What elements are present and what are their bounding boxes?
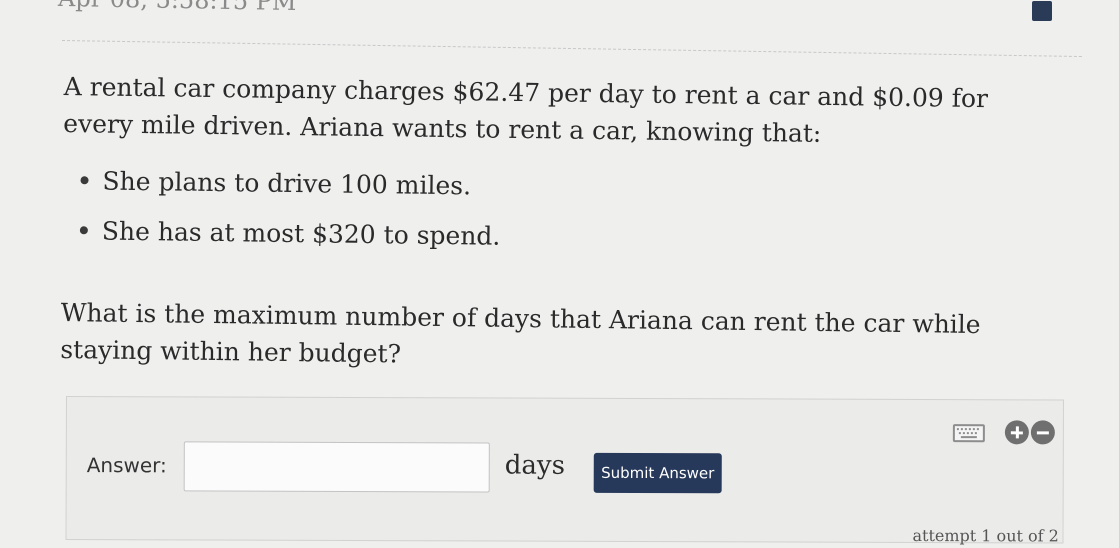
question-prompt: What is the maximum number of days that … <box>60 297 981 369</box>
bullet-icon <box>79 226 88 235</box>
question-paragraph: A rental car company charges $62.47 per … <box>63 71 989 148</box>
divider <box>61 40 1082 58</box>
unit-label: days <box>504 450 565 481</box>
conditions-list: She plans to drive 100 miles. She has at… <box>62 156 1063 269</box>
plus-bar-vertical <box>1015 426 1019 439</box>
condition-text: She has at most $320 to spend. <box>101 216 501 251</box>
answer-input[interactable] <box>183 441 490 493</box>
minus-bar <box>1036 430 1049 434</box>
bullet-icon <box>80 176 89 185</box>
minus-circle-icon[interactable] <box>1030 420 1055 445</box>
condition-text: She plans to drive 100 miles. <box>102 166 472 201</box>
answer-panel: Answer: days Submit Answer attempt 1 out… <box>65 396 1064 546</box>
answer-label: Answer: <box>86 453 167 478</box>
keyboard-icon[interactable] <box>952 424 985 443</box>
timestamp: Apr 08, 5:58:15 PM <box>57 0 297 17</box>
square-icon <box>1032 1 1052 21</box>
question-content: A rental car company charges $62.47 per … <box>60 68 1064 381</box>
plus-circle-icon[interactable] <box>1004 420 1029 445</box>
attempt-counter: attempt 1 out of 2 <box>912 525 1059 546</box>
submit-answer-button[interactable]: Submit Answer <box>593 452 722 494</box>
